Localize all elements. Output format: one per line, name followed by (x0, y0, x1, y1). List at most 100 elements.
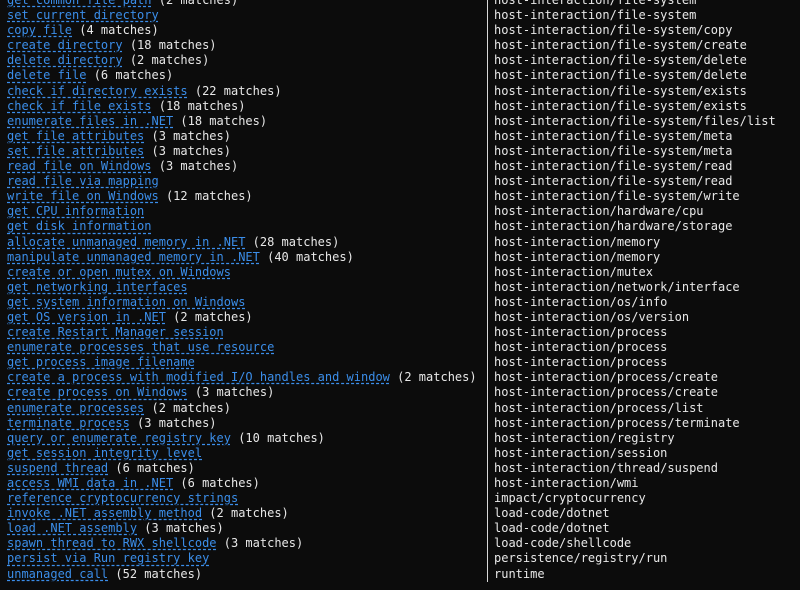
capability-cell: get CPU information (0, 204, 480, 219)
namespace-cell: host-interaction/hardware/storage (494, 219, 733, 234)
namespace-cell: runtime (494, 566, 545, 581)
table-row: set current directory host-interaction/fi… (0, 8, 800, 24)
table-row: get file attributes (3 matches) host-inte… (0, 128, 800, 144)
table-row: delete directory (2 matches) host-interac… (0, 53, 800, 69)
capability-cell: invoke .NET assembly method (2 matches) (0, 506, 480, 521)
match-count: (18 matches) (122, 38, 217, 53)
namespace-cell: host-interaction/os/version (494, 309, 690, 324)
namespace-cell: host-interaction/wmi (494, 476, 639, 490)
capability-link[interactable]: allocate unmanaged memory in .NET (7, 235, 245, 249)
match-count: (6 matches) (173, 476, 260, 490)
capability-link[interactable]: get system information on Windows (7, 295, 245, 309)
capability-link[interactable]: get disk information (7, 219, 152, 233)
match-count: (6 matches) (86, 68, 174, 83)
namespace-cell: host-interaction/file-system/files/list (494, 113, 776, 128)
match-count: (2 matches) (144, 400, 231, 415)
capability-link[interactable]: persist via Run registry key (7, 551, 209, 565)
table-row: get networking interfaces host-interactio… (0, 279, 800, 295)
table-row: terminate process (3 matches) host-intera… (0, 415, 800, 431)
match-count: (52 matches) (108, 566, 203, 581)
namespace-cell: host-interaction/process/create (494, 385, 718, 400)
match-count: (3 matches) (216, 536, 304, 551)
namespace-cell: host-interaction/mutex (494, 264, 653, 279)
table-row: get system information on Windows host-in… (0, 294, 800, 310)
namespace-cell: host-interaction/file-system/write (494, 189, 740, 204)
capability-link[interactable]: get CPU information (7, 204, 144, 218)
capability-link[interactable]: read file on Windows (7, 159, 152, 173)
namespace-cell: host-interaction/file-system/delete (494, 53, 747, 68)
capability-link[interactable]: get networking interfaces (7, 280, 188, 294)
namespace-cell: host-interaction/process/list (494, 400, 704, 415)
table-row: persist via Run registry key persistence/… (0, 551, 800, 567)
capability-link[interactable]: create directory (7, 38, 123, 52)
table-row: read file via mapping host-interaction/fi… (0, 174, 800, 190)
capability-link[interactable]: write file on Windows (7, 189, 159, 203)
namespace-cell: load-code/shellcode (494, 536, 632, 551)
namespace-cell: host-interaction/thread/suspend (494, 460, 718, 475)
capability-link[interactable]: check if directory exists (7, 84, 188, 98)
namespace-cell: load-code/dotnet (494, 506, 610, 521)
capability-link[interactable]: get process image filename (7, 355, 195, 369)
capability-link[interactable]: get OS version in .NET (7, 310, 166, 324)
terminal-output: get common file path (2 matches) host-int… (0, 0, 800, 582)
namespace-cell: host-interaction/network/interface (494, 279, 740, 294)
namespace-cell: host-interaction/file-system/meta (494, 143, 733, 158)
match-count: (3 matches) (187, 385, 275, 400)
capability-cell: get file attributes (3 matches) (0, 129, 480, 144)
capability-link[interactable]: get session integrity level (7, 446, 202, 460)
capability-link[interactable]: create process on Windows (7, 385, 188, 399)
capability-link[interactable]: manipulate unmanaged memory in .NET (7, 250, 260, 264)
capability-cell: persist via Run registry key (0, 551, 480, 566)
capability-link[interactable]: load .NET assembly (7, 521, 137, 535)
capability-link[interactable]: invoke .NET assembly method (7, 506, 202, 520)
namespace-cell: host-interaction/registry (494, 430, 675, 445)
namespace-cell: host-interaction/process/terminate (494, 415, 740, 430)
capability-link[interactable]: read file via mapping (7, 174, 159, 188)
match-count: (3 matches) (129, 415, 217, 430)
capability-cell: suspend thread (6 matches) (0, 461, 480, 476)
capability-link[interactable]: spawn thread to RWX shellcode (7, 536, 217, 550)
capability-cell: check if file exists (18 matches) (0, 99, 480, 114)
capability-link[interactable]: delete file (7, 68, 86, 82)
capability-link[interactable]: query or enumerate registry key (7, 431, 231, 445)
namespace-cell: host-interaction/process (494, 355, 668, 370)
capability-link[interactable]: get file attributes (7, 129, 144, 143)
capability-link[interactable]: create a process with modified I/O handl… (7, 370, 390, 384)
table-row: write file on Windows (12 matches) host-i… (0, 189, 800, 205)
capability-link[interactable]: access WMI data in .NET (7, 476, 173, 490)
capability-link[interactable]: unmanaged call (7, 567, 108, 581)
match-count: (3 matches) (151, 159, 239, 174)
capability-link[interactable]: enumerate processes that use resource (7, 340, 274, 354)
capability-link[interactable]: terminate process (7, 416, 130, 430)
match-count: (2 matches) (165, 309, 253, 324)
table-row: copy file (4 matches) host-interaction/fi… (0, 23, 800, 39)
table-row: delete file (6 matches) host-interaction/… (0, 68, 800, 84)
table-row: unmanaged call (52 matches) runtime (0, 566, 800, 582)
capability-link[interactable]: suspend thread (7, 461, 108, 475)
namespace-cell: host-interaction/file-system/read (494, 159, 733, 174)
match-count: (6 matches) (108, 460, 195, 475)
match-count: (18 matches) (173, 113, 268, 128)
table-row: set file attributes (3 matches) host-inte… (0, 143, 800, 160)
capability-link[interactable]: check if file exists (7, 99, 152, 113)
capability-cell: get OS version in .NET (2 matches) (0, 310, 480, 325)
capability-link[interactable]: create or open mutex on Windows (7, 265, 231, 279)
capability-link[interactable]: enumerate files in .NET (7, 114, 173, 128)
table-row: enumerate processes (2 matches) host-inte… (0, 400, 800, 416)
table-row: create or open mutex on Windows host-inte… (0, 264, 800, 280)
capability-link[interactable]: set current directory (7, 8, 159, 22)
table-row: get CPU information host-interaction/hard… (0, 204, 800, 220)
capability-cell: create a process with modified I/O handl… (0, 370, 480, 385)
capability-link[interactable]: create Restart Manager session (7, 325, 224, 339)
capability-link[interactable]: copy file (7, 23, 72, 37)
capability-cell: allocate unmanaged memory in .NET (28 ma… (0, 235, 480, 250)
namespace-cell: host-interaction/file-system (494, 0, 697, 7)
table-row: spawn thread to RWX shellcode (3 matches… (0, 536, 800, 552)
table-row: get disk information host-interaction/har… (0, 219, 800, 235)
capability-link[interactable]: reference cryptocurrency strings (7, 491, 238, 505)
capability-link[interactable]: delete directory (7, 53, 123, 67)
capability-link[interactable]: set file attributes (7, 144, 144, 158)
capability-link[interactable]: get common file path (7, 0, 152, 7)
match-count: (28 matches) (245, 234, 340, 249)
capability-link[interactable]: enumerate processes (7, 401, 144, 415)
